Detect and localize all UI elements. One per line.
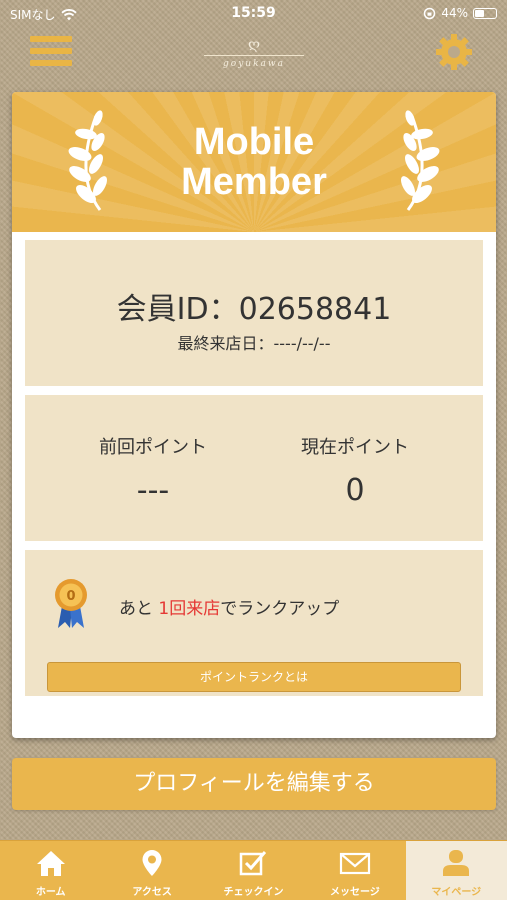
edit-profile-button[interactable]: プロフィールを編集する <box>12 758 496 810</box>
current-points-label: 現在ポイント <box>301 437 409 458</box>
map-pin-icon <box>142 850 162 876</box>
battery-icon <box>473 7 497 19</box>
laurel-right-icon <box>401 110 440 211</box>
user-icon <box>443 850 470 876</box>
battery-percent: 44% <box>441 6 468 20</box>
previous-points-label: 前回ポイント <box>99 437 207 458</box>
gear-icon[interactable] <box>434 32 474 72</box>
rank-panel: 0 あと 1回来店でランクアップ ポイントランクとは <box>25 550 483 696</box>
rank-up-message: あと 1回来店でランクアップ <box>119 599 340 619</box>
previous-points-value: --- <box>136 473 170 508</box>
app-header: ღ goyukawa <box>0 28 507 78</box>
point-rank-info-button[interactable]: ポイントランクとは <box>47 662 461 692</box>
tab-label: マイページ <box>431 887 482 898</box>
member-id: 会員ID：02658841 <box>116 292 392 327</box>
member-id-panel: 会員ID：02658841 最終来店日：----/--/-- <box>25 240 483 386</box>
orientation-lock-icon <box>424 7 436 19</box>
logo-name: goyukawa <box>223 59 285 69</box>
current-points: 現在ポイント 0 <box>255 433 455 508</box>
mail-icon <box>339 852 370 875</box>
tab-checkin[interactable]: チェックイン <box>203 841 304 900</box>
medal-icon: 0 <box>55 579 87 628</box>
tab-label: ホーム <box>35 887 66 898</box>
current-points-value: 0 <box>345 473 365 508</box>
tab-label: アクセス <box>132 887 172 898</box>
checkbox-icon <box>240 851 267 876</box>
tab-message[interactable]: メッセージ <box>304 841 405 900</box>
tab-home[interactable]: ホーム <box>0 841 101 900</box>
member-card: Mobile Member 会員ID：02658841 最終来店日：----/-… <box>12 92 496 738</box>
tab-access[interactable]: アクセス <box>101 841 202 900</box>
tab-label: チェックイン <box>223 887 284 898</box>
previous-points: 前回ポイント --- <box>53 433 253 508</box>
medal-value: 0 <box>66 589 75 604</box>
status-bar: SIMなし 15:59 44% <box>0 0 507 28</box>
logo-mark: ღ <box>247 37 260 53</box>
card-banner: Mobile Member <box>12 92 496 232</box>
last-visit-date: 最終来店日：----/--/-- <box>177 334 331 353</box>
app-logo: ღ goyukawa <box>200 38 308 70</box>
menu-icon[interactable] <box>30 36 72 68</box>
status-right: 44% <box>423 6 497 20</box>
points-panel: 前回ポイント --- 現在ポイント 0 <box>25 395 483 541</box>
tab-mypage[interactable]: マイページ <box>405 841 507 900</box>
home-icon <box>36 851 65 876</box>
rank-up-highlight: 1回来店 <box>158 599 221 619</box>
tab-bar: ホーム アクセス チェックイン メッセージ マイページ <box>0 840 507 900</box>
tab-label: メッセージ <box>329 887 380 898</box>
